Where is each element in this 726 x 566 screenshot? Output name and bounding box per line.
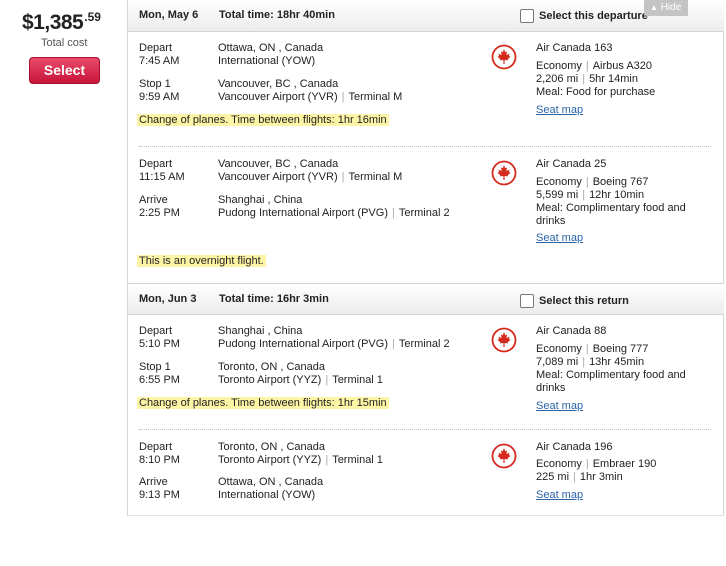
arrive-time: 2:25 PM — [139, 207, 180, 219]
meal-info: Meal: Food for purchase — [536, 86, 656, 98]
connection-note: Change of planes. Time between flights: … — [137, 114, 389, 126]
distance-duration: 225 mi | 1hr 3min — [536, 471, 623, 483]
stop-city: Vancouver, BC , Canada — [218, 78, 339, 90]
stop-label: Stop 1 — [139, 78, 171, 90]
return-leg-header: Mon, Jun 3 Total time: 16hr 3min Select … — [128, 283, 724, 315]
hide-tab[interactable]: ▲ Hide — [644, 0, 688, 16]
depart-airport: Toronto Airport (YYZ) | Terminal 1 — [218, 454, 383, 466]
cabin-aircraft: Economy | Boeing 777 — [536, 343, 649, 355]
depart-city: Ottawa, ON , Canada — [218, 42, 324, 54]
stop-airport: Toronto Airport (YYZ) | Terminal 1 — [218, 374, 383, 386]
stop-time: 9:59 AM — [139, 91, 180, 103]
depart-label: Depart — [139, 42, 173, 54]
depart-city: Vancouver, BC , Canada — [218, 158, 339, 170]
total-price: $1,385.59 — [22, 10, 101, 35]
seat-map-link[interactable]: Seat map — [536, 232, 583, 244]
depart-time: 5:10 PM — [139, 338, 180, 350]
flight-number: Air Canada 25 — [536, 158, 607, 170]
arrive-airport: Pudong International Airport (PVG) | Termi… — [218, 207, 450, 219]
connection-note: Change of planes. Time between flights: … — [137, 397, 389, 409]
depart-time: 11:15 AM — [139, 171, 185, 183]
stop-airport: Vancouver Airport (YVR) | Terminal M — [218, 91, 403, 103]
cabin-aircraft: Economy | Boeing 767 — [536, 176, 649, 188]
stop-time: 6:55 PM — [139, 374, 180, 386]
meal-info-cont: drinks — [536, 382, 566, 394]
meal-info: Meal: Complimentary food and — [536, 369, 686, 381]
distance-duration: 5,599 mi | 12hr 10min — [536, 189, 645, 201]
depart-city: Shanghai , China — [218, 325, 303, 337]
meal-info-cont: drinks — [536, 215, 566, 227]
depart-label: Depart — [139, 325, 173, 337]
flight-number: Air Canada 196 — [536, 441, 613, 453]
arrive-city: Shanghai , China — [218, 194, 303, 206]
flight-number: Air Canada 163 — [536, 42, 613, 54]
air-canada-maple-leaf-icon — [491, 44, 517, 70]
air-canada-maple-leaf-icon — [491, 327, 517, 353]
total-cost-caption: Total cost — [41, 37, 88, 49]
triangle-up-icon: ▲ — [650, 3, 658, 12]
depart-city: Toronto, ON , Canada — [218, 441, 326, 453]
leg-date: Mon, Jun 3 — [139, 293, 197, 305]
price-cents: .59 — [84, 10, 101, 24]
meal-info: Meal: Complimentary food and — [536, 202, 686, 214]
air-canada-maple-leaf-icon — [491, 443, 517, 469]
arrive-time: 9:13 PM — [139, 489, 180, 501]
departure-leg-header: Mon, May 6 Total time: 18hr 40min Select… — [128, 0, 724, 32]
segment-divider — [139, 146, 711, 147]
depart-label: Depart — [139, 158, 173, 170]
stop-label: Stop 1 — [139, 361, 171, 373]
depart-label: Depart — [139, 441, 173, 453]
cabin-aircraft: Economy | Embraer 190 — [536, 458, 657, 470]
depart-airport: Vancouver Airport (YVR) | Terminal M — [218, 171, 403, 183]
stop-city: Toronto, ON , Canada — [218, 361, 326, 373]
leg-date: Mon, May 6 — [139, 9, 199, 21]
distance-duration: 7,089 mi | 13hr 45min — [536, 356, 645, 368]
overnight-note: This is an overnight flight. — [137, 255, 266, 267]
hide-label: Hide — [660, 2, 682, 13]
cabin-aircraft: Economy | Airbus A320 — [536, 60, 653, 72]
leg-total-time: Total time: 18hr 40min — [219, 9, 335, 21]
segment-divider — [139, 429, 711, 430]
arrive-label: Arrive — [139, 476, 168, 488]
air-canada-maple-leaf-icon — [491, 160, 517, 186]
seat-map-link[interactable]: Seat map — [536, 489, 583, 501]
seat-map-link[interactable]: Seat map — [536, 400, 583, 412]
depart-time: 7:45 AM — [139, 55, 180, 67]
leg-total-time: Total time: 16hr 3min — [219, 293, 329, 305]
select-return-label[interactable]: Select this return — [539, 295, 629, 307]
arrive-airport: International (YOW) — [218, 489, 316, 501]
flight-number: Air Canada 88 — [536, 325, 607, 337]
price-column: $1,385.59 Total cost Select — [0, 0, 128, 566]
arrive-label: Arrive — [139, 194, 168, 206]
select-departure-checkbox[interactable] — [520, 9, 534, 23]
seat-map-link[interactable]: Seat map — [536, 104, 583, 116]
distance-duration: 2,206 mi | 5hr 14min — [536, 73, 638, 85]
depart-time: 8:10 PM — [139, 454, 180, 466]
select-button[interactable]: Select — [29, 57, 100, 84]
depart-airport: International (YOW) — [218, 55, 316, 67]
depart-airport: Pudong International Airport (PVG) | Termi… — [218, 338, 450, 350]
arrive-city: Ottawa, ON , Canada — [218, 476, 324, 488]
select-return-checkbox[interactable] — [520, 294, 534, 308]
price-dollars: $1,385 — [22, 11, 84, 34]
select-departure-label[interactable]: Select this departure — [539, 10, 648, 22]
